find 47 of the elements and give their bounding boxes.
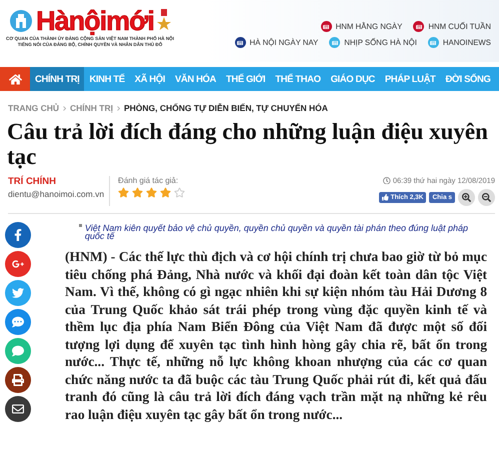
f-icon [12, 229, 24, 241]
related-article-link[interactable]: Việt Nam kiên quyết bảo vệ chủ quyền, quyền chủ quyền và quyền tài phán theo đúng luật pháp quốc tế [84, 224, 487, 240]
nav-tab[interactable]: KINH TẾ [84, 67, 130, 91]
zoom-out-icon [482, 193, 491, 202]
bullet-icon [79, 224, 82, 227]
breadcrumb-link[interactable]: TRANG CHỦ [8, 103, 59, 113]
bird-icon [12, 287, 24, 299]
star-icon[interactable] [160, 187, 172, 198]
chevron-icon [116, 106, 120, 110]
speech-bubble-icon [12, 345, 24, 357]
nav-tab[interactable]: PHÁP LUẬT [380, 67, 440, 91]
article-lead: (HNM) - Các thế lực thù địch và cơ hội chính trị chưa bao giờ từ bỏ mục tiêu chống phá Đảng, Nhà nước và khối đại đoàn kết toàn dân tộc Việt Nam. Vì thế, không có gì ngạc nhiên khi sự kiện nhóm tàu Hải Dương 8 của Trung Quốc khảo sát trái phép trong vùng đặc quyền kinh tế và thềm lục địa phía Nam Biển Đông của Việt Nam đã được một số đối tượng lợi dụng để xuyên tạc tình hình hòng gây chia rẽ, bất ổn trong nước... Thực tế, những nỗ lực không khoan nhượng của các cơ quan chức năng nước ta đã buộc các tàu Trung Quốc phải rút đi, kết quả đấu tranh đó cũng là câu trả lời đích đáng vạch trần mặt nạ những kẻ rêu rao luận điệu xuyên tạc gây bất ổn trong nước... [65, 248, 487, 423]
zoom-out-button[interactable] [478, 189, 495, 206]
nav-tab[interactable]: THỂ THAO [270, 67, 326, 91]
g-plus-icon [12, 258, 24, 270]
breadcrumb-link[interactable]: CHÍNH TRỊ [70, 103, 113, 113]
envelope-icon [12, 403, 24, 415]
clock-icon [383, 176, 391, 184]
share-button[interactable] [5, 222, 31, 248]
author-name[interactable]: TRÍ CHÍNH [8, 176, 104, 187]
nav-tab[interactable]: THẾ GIỚI [220, 67, 270, 91]
nav-tab[interactable]: ĐỜI SỐNG [440, 67, 496, 91]
author-email: dientu@hanoimoi.com.vn [8, 189, 104, 199]
article-title: Câu trả lời đích đáng cho những luận điệu xuyên tạc [7, 119, 489, 169]
nav-tab[interactable]: XÃ HỘI [130, 67, 170, 91]
chat-bubble-icon [12, 316, 24, 328]
nav-tab[interactable]: VĂN HÓA [170, 67, 221, 91]
building-logo-icon [9, 9, 34, 33]
star-icon[interactable] [118, 187, 130, 198]
share-button[interactable] [5, 367, 31, 393]
zoom-in-button[interactable] [458, 189, 475, 206]
home-icon [8, 72, 22, 86]
printer-icon [12, 374, 24, 386]
thumbs-up-icon [382, 194, 389, 201]
home-button[interactable] [0, 67, 30, 91]
nav-tab[interactable]: CHÍNH TRỊ [30, 67, 84, 91]
zoom-in-icon [462, 193, 471, 202]
site-logo[interactable]: Hànộimới [36, 6, 154, 36]
star-outline-icon[interactable] [174, 187, 186, 198]
star-icon[interactable] [146, 187, 158, 198]
nav-tab[interactable]: GIÁO DỤC [326, 67, 380, 91]
star-medal-icon [156, 9, 171, 33]
chevron-icon [63, 106, 66, 110]
share-button[interactable] [5, 396, 31, 422]
rating-label: Đánh giá tác giả: [118, 176, 180, 185]
breadcrumb-link[interactable]: PHÒNG, CHỐNG TỰ DIỄN BIẾN, TỰ CHUYỂN HÓA [124, 103, 328, 113]
star-icon[interactable] [132, 187, 144, 198]
